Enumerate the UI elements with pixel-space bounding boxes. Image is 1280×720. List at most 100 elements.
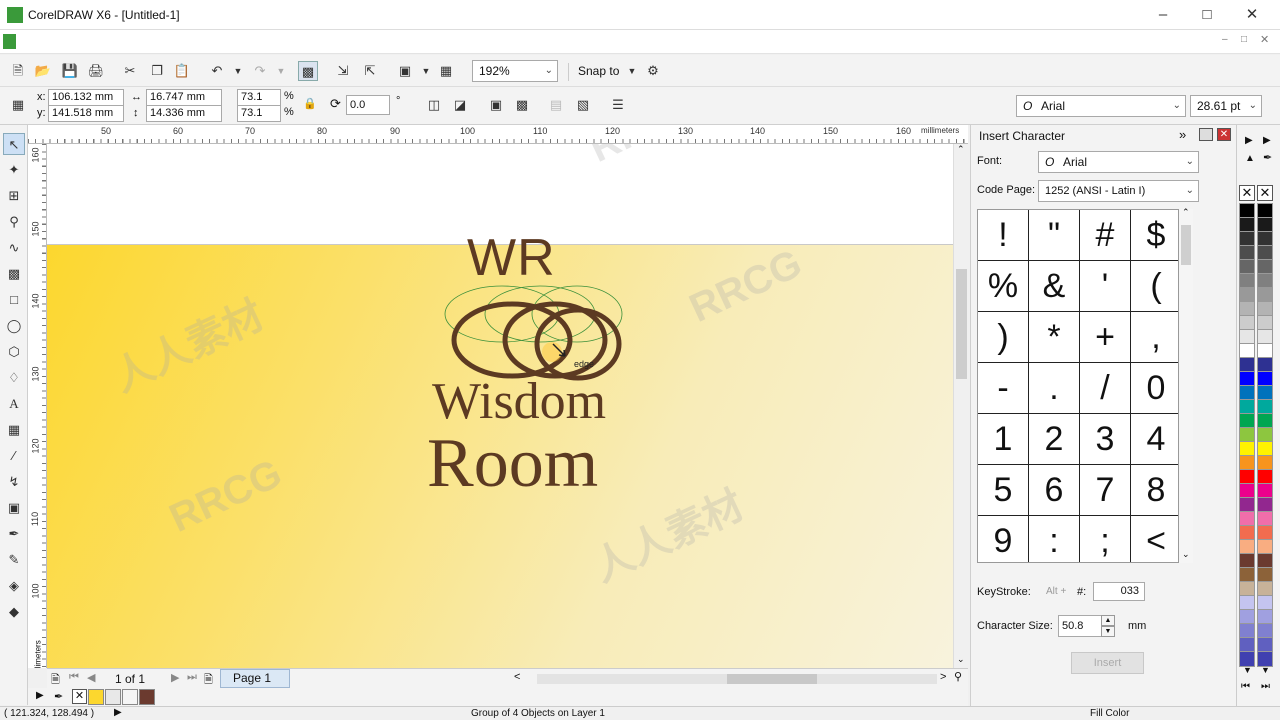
- palette-play-icon[interactable]: ▶: [36, 690, 44, 701]
- copy-icon[interactable]: ❐: [147, 61, 167, 81]
- rotation-angle-field[interactable]: 0.0: [346, 95, 390, 115]
- scale-width-field[interactable]: 73.1: [237, 89, 281, 106]
- character-cell[interactable]: ": [1029, 210, 1080, 261]
- character-cell[interactable]: 5: [978, 465, 1029, 516]
- doc-swatch[interactable]: [88, 689, 104, 705]
- snap-to-button[interactable]: Snap to: [578, 64, 619, 78]
- logo-text-room[interactable]: Room: [427, 424, 598, 504]
- scale-height-field[interactable]: 73.1: [237, 105, 281, 122]
- character-cell[interactable]: ': [1080, 261, 1131, 312]
- grid-scroll-thumb[interactable]: [1181, 225, 1191, 265]
- font-select[interactable]: O Arial ⌄: [1038, 151, 1199, 173]
- character-cell[interactable]: 2: [1029, 414, 1080, 465]
- character-cell[interactable]: !: [978, 210, 1029, 261]
- doc-swatch[interactable]: [139, 689, 155, 705]
- character-cell[interactable]: (: [1131, 261, 1178, 312]
- character-cell[interactable]: .: [1029, 363, 1080, 414]
- code-page-select[interactable]: 1252 (ANSI - Latin I) ⌄: [1038, 180, 1199, 202]
- previous-page-icon[interactable]: ◀: [87, 671, 95, 684]
- width-field[interactable]: 16.747 mm: [146, 89, 222, 106]
- redo-dropdown-icon[interactable]: ▼: [271, 61, 291, 81]
- y-position-field[interactable]: 141.518 mm: [48, 105, 124, 122]
- minimize-button[interactable]: –: [1143, 4, 1183, 26]
- object-origin-icon[interactable]: ▦: [8, 95, 28, 115]
- zoom-level-select[interactable]: 192% ⌄: [472, 60, 558, 82]
- align-distribute-icon[interactable]: ☰: [608, 95, 628, 115]
- palette-scroll-up-icon[interactable]: ▲: [1245, 153, 1255, 164]
- zoom-tool-icon[interactable]: ⚲: [3, 211, 25, 233]
- vertical-scroll-thumb[interactable]: [956, 269, 967, 379]
- group-icon[interactable]: ▣: [486, 95, 506, 115]
- export-icon[interactable]: ⇱: [360, 61, 380, 81]
- snap-to-dropdown-icon[interactable]: ▼: [622, 61, 642, 81]
- eyedropper-tool-icon[interactable]: ✒: [3, 523, 25, 545]
- print-icon[interactable]: 🖨: [86, 61, 106, 81]
- navigator-zoom-icon[interactable]: ⚲: [954, 670, 962, 683]
- redo-icon[interactable]: ↷: [250, 61, 270, 81]
- keystroke-field[interactable]: 033: [1093, 582, 1145, 601]
- maximize-button[interactable]: □: [1187, 4, 1227, 26]
- page-tab[interactable]: Page 1: [220, 669, 290, 688]
- character-cell[interactable]: 1: [978, 414, 1029, 465]
- character-cell[interactable]: +: [1080, 312, 1131, 363]
- palette-first-icon[interactable]: ⏮: [1241, 681, 1250, 692]
- paste-icon[interactable]: 📋: [172, 61, 192, 81]
- horizontal-ruler[interactable]: 50 60 70 80 90 100 110 120 130 140 150 1…: [28, 125, 968, 144]
- open-folder-icon[interactable]: 📂: [33, 61, 53, 81]
- character-cell[interactable]: #: [1080, 210, 1131, 261]
- scroll-right-icon[interactable]: >: [940, 671, 946, 683]
- palette-play-icon[interactable]: ▶: [1245, 135, 1253, 146]
- import-icon[interactable]: ⇲: [333, 61, 353, 81]
- docker-expand-icon[interactable]: »: [1179, 127, 1186, 142]
- palette-eyedropper-icon[interactable]: ✒: [54, 690, 63, 703]
- mirror-horizontal-icon[interactable]: ◫: [424, 95, 444, 115]
- character-cell[interactable]: *: [1029, 312, 1080, 363]
- ungroup-icon[interactable]: ▩: [512, 95, 532, 115]
- spinner-up-icon[interactable]: ▲: [1101, 615, 1115, 626]
- text-tool-icon[interactable]: A: [3, 393, 25, 415]
- last-page-icon[interactable]: ⏭: [187, 671, 197, 684]
- lock-ratio-icon[interactable]: 🔒: [303, 97, 317, 110]
- doc-close-icon[interactable]: ✕: [1260, 33, 1269, 46]
- freehand-tool-icon[interactable]: ∿: [3, 237, 25, 259]
- font-size-select[interactable]: 28.61 pt ⌄: [1190, 95, 1262, 117]
- ellipse-tool-icon[interactable]: ◯: [3, 315, 25, 337]
- first-page-icon[interactable]: ⏮: [69, 671, 79, 684]
- no-fill-swatch[interactable]: ✕: [1239, 185, 1255, 201]
- character-cell[interactable]: 6: [1029, 465, 1080, 516]
- shape-tool-icon[interactable]: ✦: [3, 159, 25, 181]
- palette-scroll-down-icon[interactable]: ▼: [1261, 665, 1270, 675]
- doc-minimize-icon[interactable]: –: [1222, 34, 1228, 45]
- character-cell[interactable]: /: [1080, 363, 1131, 414]
- rectangle-tool-icon[interactable]: □: [3, 289, 25, 311]
- scroll-down-icon[interactable]: ⌄: [1182, 549, 1190, 560]
- character-cell[interactable]: ,: [1131, 312, 1178, 363]
- save-icon[interactable]: 💾: [60, 61, 80, 81]
- close-button[interactable]: ✕: [1232, 4, 1272, 26]
- character-cell[interactable]: <: [1131, 516, 1178, 562]
- dimension-tool-icon[interactable]: ∕: [3, 445, 25, 467]
- character-cell[interactable]: &: [1029, 261, 1080, 312]
- docker-minimize-icon[interactable]: [1199, 128, 1213, 141]
- character-cell[interactable]: :: [1029, 516, 1080, 562]
- blend-tool-icon[interactable]: ▣: [3, 497, 25, 519]
- no-color-swatch[interactable]: ✕: [72, 689, 87, 704]
- document-icon[interactable]: [3, 34, 16, 49]
- palette-last-icon[interactable]: ⏭: [1261, 681, 1270, 692]
- status-arrow-icon[interactable]: ▶: [114, 707, 122, 718]
- pick-tool-icon[interactable]: ↖: [3, 133, 25, 155]
- scroll-up-icon[interactable]: ⌃: [1182, 207, 1190, 218]
- next-page-icon[interactable]: ▶: [171, 671, 179, 684]
- character-cell[interactable]: 9: [978, 516, 1029, 562]
- interactive-fill-tool-icon[interactable]: ◆: [3, 601, 25, 623]
- polygon-tool-icon[interactable]: ⬡: [3, 341, 25, 363]
- character-cell[interactable]: 4: [1131, 414, 1178, 465]
- palette-eyedropper-icon[interactable]: ✒: [1263, 151, 1272, 164]
- crop-tool-icon[interactable]: ⊞: [3, 185, 25, 207]
- cut-icon[interactable]: ✂: [120, 61, 140, 81]
- scroll-down-icon[interactable]: ⌄: [957, 654, 965, 665]
- character-grid-scrollbar[interactable]: ⌃ ⌄: [1179, 207, 1193, 563]
- x-position-field[interactable]: 106.132 mm: [48, 89, 124, 106]
- insert-button[interactable]: Insert: [1071, 652, 1144, 674]
- character-cell[interactable]: 8: [1131, 465, 1178, 516]
